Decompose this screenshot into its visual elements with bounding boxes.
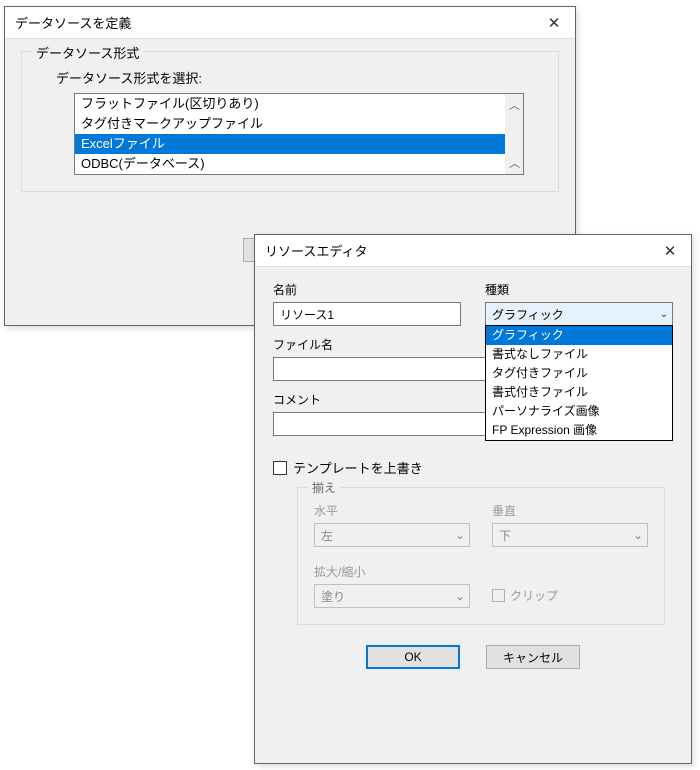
type-selected-value: グラフィック xyxy=(492,306,564,323)
titlebar: データソースを定義 ✕ xyxy=(5,7,575,39)
resource-editor-dialog: リソースエディタ ✕ 名前 種類 グラフィック ⌄ グラフィック 書式なしファイ… xyxy=(254,234,692,764)
name-type-row: 名前 種類 グラフィック ⌄ グラフィック 書式なしファイル タグ付きファイル … xyxy=(273,281,673,326)
dropdown-item[interactable]: FP Expression 画像 xyxy=(486,421,672,440)
name-label: 名前 xyxy=(273,281,461,298)
chevron-down-icon: ⌄ xyxy=(455,528,465,542)
datasource-format-group: データソース形式 データソース形式を選択: フラットファイル(区切りあり) タグ… xyxy=(21,51,559,192)
name-input[interactable] xyxy=(273,302,461,326)
clip-field: クリップ xyxy=(492,587,648,608)
vertical-value: 下 xyxy=(499,527,511,544)
scroll-up-icon[interactable]: 〈 xyxy=(506,100,522,111)
vertical-combobox: 下 ⌄ xyxy=(492,523,648,547)
horizontal-combobox: 左 ⌄ xyxy=(314,523,470,547)
close-icon[interactable]: ✕ xyxy=(649,235,691,267)
overwrite-label: テンプレートを上書き xyxy=(293,458,423,477)
alignment-legend: 揃え xyxy=(308,479,340,496)
chevron-down-icon: ⌄ xyxy=(633,528,643,542)
horizontal-label: 水平 xyxy=(314,502,470,519)
button-row: OK キャンセル xyxy=(273,645,673,669)
dropdown-item[interactable]: 書式付きファイル xyxy=(486,383,672,402)
close-icon[interactable]: ✕ xyxy=(533,7,575,39)
list-item[interactable]: フラットファイル(区切りあり) xyxy=(75,94,505,114)
cancel-button[interactable]: キャンセル xyxy=(486,645,580,669)
dropdown-item[interactable]: パーソナライズ画像 xyxy=(486,402,672,421)
dialog-title: リソースエディタ xyxy=(265,241,367,260)
zoom-label: 拡大/縮小 xyxy=(314,563,470,580)
zoom-field: 拡大/縮小 塗り ⌄ xyxy=(314,563,470,608)
name-field: 名前 xyxy=(273,281,461,326)
dropdown-item[interactable]: 書式なしファイル xyxy=(486,345,672,364)
type-field: 種類 グラフィック ⌄ グラフィック 書式なしファイル タグ付きファイル 書式付… xyxy=(485,281,673,326)
zoom-row: 拡大/縮小 塗り ⌄ クリップ xyxy=(314,563,648,608)
align-row: 水平 左 ⌄ 垂直 下 ⌄ xyxy=(314,502,648,547)
chevron-down-icon: ⌄ xyxy=(660,309,668,320)
horizontal-field: 水平 左 ⌄ xyxy=(314,502,470,547)
dialog-title: データソースを定義 xyxy=(15,13,131,32)
clip-checkbox xyxy=(492,589,505,602)
group-legend: データソース形式 xyxy=(32,43,143,62)
alignment-group: 揃え 水平 左 ⌄ 垂直 下 ⌄ xyxy=(297,487,665,625)
dropdown-item[interactable]: グラフィック xyxy=(486,326,672,345)
type-dropdown[interactable]: グラフィック 書式なしファイル タグ付きファイル 書式付きファイル パーソナライ… xyxy=(485,325,673,441)
dialog-body: 名前 種類 グラフィック ⌄ グラフィック 書式なしファイル タグ付きファイル … xyxy=(255,267,691,679)
overwrite-checkbox[interactable] xyxy=(273,461,287,475)
format-list[interactable]: フラットファイル(区切りあり) タグ付きマークアップファイル Excelファイル… xyxy=(75,94,505,174)
scroll-down-icon[interactable]: 〉 xyxy=(506,158,522,169)
overwrite-checkbox-row[interactable]: テンプレートを上書き xyxy=(273,458,673,477)
list-item[interactable]: ODBC(データベース) xyxy=(75,154,505,174)
ok-button[interactable]: OK xyxy=(366,645,460,669)
type-combobox[interactable]: グラフィック ⌄ グラフィック 書式なしファイル タグ付きファイル 書式付きファ… xyxy=(485,302,673,326)
list-item[interactable]: Excelファイル xyxy=(75,134,505,154)
scrollbar[interactable]: 〈 〉 xyxy=(505,94,523,174)
list-item[interactable]: タグ付きマークアップファイル xyxy=(75,114,505,134)
titlebar: リソースエディタ ✕ xyxy=(255,235,691,267)
format-listbox[interactable]: フラットファイル(区切りあり) タグ付きマークアップファイル Excelファイル… xyxy=(74,93,524,175)
zoom-combobox: 塗り ⌄ xyxy=(314,584,470,608)
select-format-label: データソース形式を選択: xyxy=(56,68,542,87)
chevron-down-icon: ⌄ xyxy=(455,589,465,603)
dropdown-item[interactable]: タグ付きファイル xyxy=(486,364,672,383)
zoom-value: 塗り xyxy=(321,588,345,605)
horizontal-value: 左 xyxy=(321,527,333,544)
vertical-label: 垂直 xyxy=(492,502,648,519)
type-label: 種類 xyxy=(485,281,673,298)
clip-label: クリップ xyxy=(510,587,558,604)
vertical-field: 垂直 下 ⌄ xyxy=(492,502,648,547)
